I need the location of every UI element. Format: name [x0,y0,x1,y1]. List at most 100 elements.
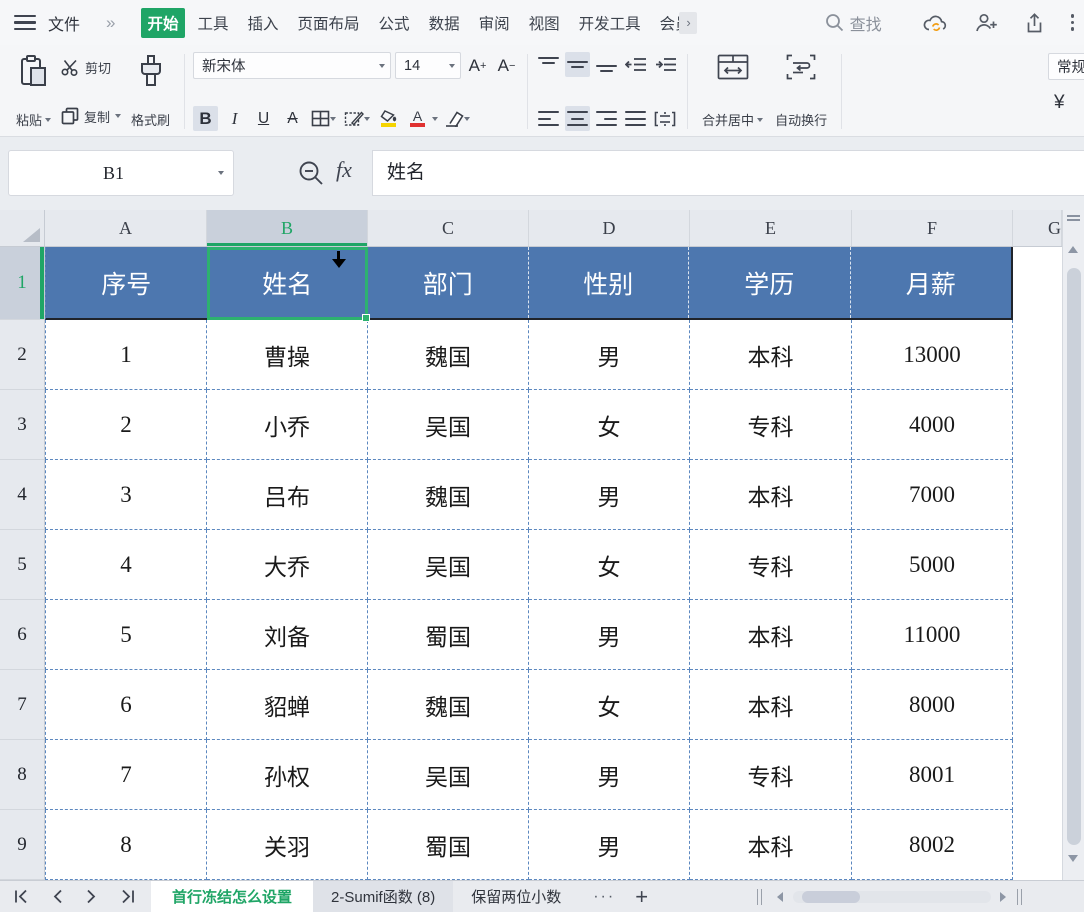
cell-F6[interactable]: 11000 [852,600,1013,670]
row-header-9[interactable]: 9 [0,810,45,880]
scrollbar-split-handle[interactable] [1067,219,1080,221]
text-orientation-button[interactable] [652,106,678,131]
zoom-out-button[interactable] [298,160,325,187]
underline-button[interactable]: U [251,106,276,131]
cell-B4[interactable]: 吕布 [207,460,368,530]
more-sheets-button[interactable]: ··· [593,888,615,906]
cell-C9[interactable]: 蜀国 [368,810,529,880]
cell-B7[interactable]: 貂蝉 [207,670,368,740]
font-size-select[interactable]: 14 [395,52,461,79]
number-format-select[interactable]: 常规 [1048,53,1084,80]
column-header-d[interactable]: D [529,210,690,246]
cell-D3[interactable]: 女 [529,390,690,460]
menu-tab-4[interactable]: 公式 [373,8,416,38]
cell-A1[interactable]: 序号 [46,247,208,318]
cell-A5[interactable]: 4 [45,530,207,600]
cell-E6[interactable]: 本科 [690,600,852,670]
sheet-tab-2[interactable]: 保留两位小数 [453,881,579,912]
column-header-a[interactable]: A [45,210,207,246]
previous-sheet-button[interactable] [52,889,63,904]
cell-D2[interactable]: 男 [529,320,690,390]
row-header-5[interactable]: 5 [0,530,45,600]
menu-tab-9[interactable]: 会员专享 [654,8,682,38]
cell-E1[interactable]: 学历 [689,247,851,318]
menu-tab-5[interactable]: 数据 [423,8,466,38]
row-header-7[interactable]: 7 [0,670,45,740]
cell-F8[interactable]: 8001 [852,740,1013,810]
fill-color-button[interactable] [376,106,401,131]
currency-button[interactable]: ¥ [1054,92,1065,114]
cell-F4[interactable]: 7000 [852,460,1013,530]
justify-button[interactable] [623,106,648,131]
row-header-2[interactable]: 2 [0,320,45,390]
last-sheet-button[interactable] [120,889,135,904]
cell-E9[interactable]: 本科 [690,810,852,880]
eraser-button[interactable] [442,106,472,131]
bold-button[interactable]: B [193,106,218,131]
italic-button[interactable]: I [222,106,247,131]
cell-C7[interactable]: 魏国 [368,670,529,740]
vertical-scrollbar[interactable] [1062,210,1084,880]
font-name-select[interactable]: 新宋体 [193,52,391,79]
cell-F2[interactable]: 13000 [852,320,1013,390]
cut-button[interactable]: 剪切 [61,55,121,79]
decrease-font-button[interactable]: A− [494,53,519,78]
more-options-icon[interactable] [1071,14,1074,30]
cell-D9[interactable]: 男 [529,810,690,880]
cell-C4[interactable]: 魏国 [368,460,529,530]
align-middle-button[interactable] [565,52,590,77]
font-color-button[interactable]: A [405,106,430,131]
select-all-corner[interactable] [0,210,45,247]
cell-D7[interactable]: 女 [529,670,690,740]
column-header-e[interactable]: E [690,210,852,246]
menu-tab-3[interactable]: 页面布局 [292,8,366,38]
column-header-g[interactable]: G [1013,210,1062,246]
column-header-c[interactable]: C [368,210,529,246]
merge-center-button[interactable]: 合并居中 [696,52,769,131]
next-sheet-button[interactable] [86,889,97,904]
scrollbar-splitter[interactable] [1017,889,1022,905]
cell-E2[interactable]: 本科 [690,320,852,390]
cell-F3[interactable]: 4000 [852,390,1013,460]
wrap-text-button[interactable]: 自动换行 [769,52,833,131]
name-box[interactable]: B1 [8,150,234,196]
scroll-up-arrow[interactable] [1068,246,1078,253]
cell-E4[interactable]: 本科 [690,460,852,530]
cell-C8[interactable]: 吴国 [368,740,529,810]
sheet-tab-1[interactable]: 2-Sumif函数 (8) [313,881,453,912]
strikethrough-button[interactable]: A [280,106,305,131]
menu-tab-6[interactable]: 审阅 [473,8,516,38]
scrollbar-split-handle[interactable] [1067,215,1080,217]
align-left-button[interactable] [536,106,561,131]
scroll-down-arrow[interactable] [1068,855,1078,862]
column-header-f[interactable]: F [852,210,1013,246]
cell-B6[interactable]: 刘备 [207,600,368,670]
cell-F1[interactable]: 月薪 [851,247,1012,318]
cell-E8[interactable]: 专科 [690,740,852,810]
vertical-scroll-thumb[interactable] [1067,268,1081,845]
borders-button[interactable] [309,106,338,131]
cell-A7[interactable]: 6 [45,670,207,740]
menu-tab-1[interactable]: 工具 [192,8,235,38]
cell-A9[interactable]: 8 [45,810,207,880]
cell-B8[interactable]: 孙权 [207,740,368,810]
cell-C5[interactable]: 吴国 [368,530,529,600]
format-painter-button[interactable]: 格式刷 [125,52,176,131]
cell-C1[interactable]: 部门 [368,247,529,318]
first-sheet-button[interactable] [14,889,29,904]
cell-B9[interactable]: 关羽 [207,810,368,880]
tab-area-splitter[interactable] [757,889,762,905]
cell-A4[interactable]: 3 [45,460,207,530]
add-sheet-button[interactable]: + [635,886,648,908]
cell-D8[interactable]: 男 [529,740,690,810]
row-header-8[interactable]: 8 [0,740,45,810]
menu-tab-7[interactable]: 视图 [523,8,566,38]
cell-A3[interactable]: 2 [45,390,207,460]
align-bottom-button[interactable] [594,52,619,77]
cell-F7[interactable]: 8000 [852,670,1013,740]
cell-C2[interactable]: 魏国 [368,320,529,390]
add-user-icon[interactable] [975,13,998,33]
insert-function-button[interactable]: fx [336,157,352,183]
paste-button[interactable]: 粘贴 [10,52,57,131]
decrease-indent-button[interactable] [623,52,649,77]
